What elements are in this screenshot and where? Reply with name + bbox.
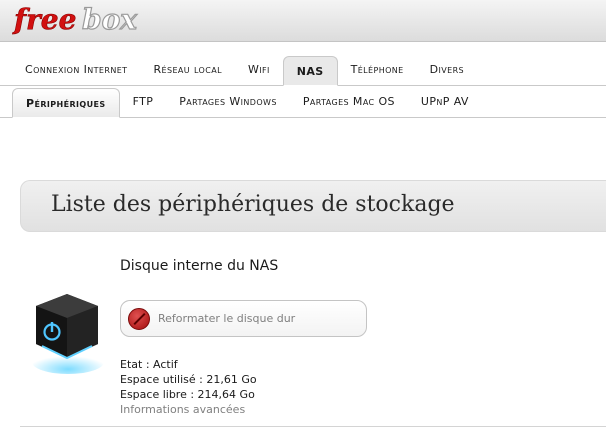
reformat-disk-label: Reformater le disque dur [158, 312, 296, 325]
forbidden-icon [128, 307, 150, 330]
tab-partages-mac-os[interactable]: Partages Mac OS [290, 87, 408, 117]
secondary-tab-bar: Périphériques FTP Partages Windows Parta… [0, 86, 606, 118]
free-space: Espace libre : 214,64 Go [120, 388, 255, 401]
tab-connexion-internet[interactable]: Connexion Internet [12, 55, 140, 85]
power-cube-icon [32, 294, 104, 374]
advanced-info-link[interactable]: Informations avancées [120, 402, 257, 417]
tab-upnp-av[interactable]: UPnP AV [408, 87, 482, 117]
disk-name: Disque interne du NAS [120, 258, 279, 274]
divider [20, 426, 606, 427]
disk-status: Etat : Actif [120, 358, 178, 371]
tab-reseau-local[interactable]: Réseau local [140, 55, 234, 85]
tab-partages-windows[interactable]: Partages Windows [166, 87, 290, 117]
disk-info: Etat : Actif Espace utilisé : 21,61 Go E… [120, 357, 257, 417]
tab-ftp[interactable]: FTP [120, 87, 167, 117]
used-space: Espace utilisé : 21,61 Go [120, 373, 257, 386]
primary-tab-bar: Connexion Internet Réseau local Wifi NAS… [0, 54, 606, 86]
reformat-disk-button[interactable]: Reformater le disque dur [120, 300, 367, 337]
svg-text:box: box [82, 3, 137, 36]
tab-nas[interactable]: NAS [282, 56, 338, 86]
section-header: Liste des périphériques de stockage [20, 180, 606, 232]
freebox-logo[interactable]: free box [12, 2, 162, 38]
tab-wifi[interactable]: Wifi [235, 55, 283, 85]
svg-text:free: free [12, 3, 76, 36]
top-banner: free box [0, 0, 606, 42]
section-title: Liste des périphériques de stockage [51, 192, 455, 217]
tab-telephone[interactable]: Téléphone [338, 55, 417, 85]
tab-divers[interactable]: Divers [417, 55, 477, 85]
tab-peripheriques[interactable]: Périphériques [12, 88, 120, 118]
